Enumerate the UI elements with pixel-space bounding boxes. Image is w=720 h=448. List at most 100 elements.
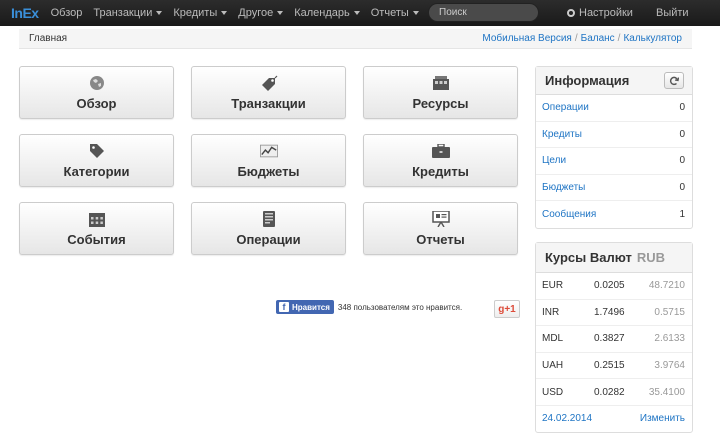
building-icon [432,75,450,91]
nav-item-transactions[interactable]: Транзакции [93,7,163,19]
currency-rate: 0.2515 [594,360,625,372]
tile-reports[interactable]: Отчеты [363,202,518,255]
facebook-like-widget: f Нравится 348 пользователям это нравитс… [276,300,462,314]
breadcrumb-separator: / [574,33,578,44]
rate-row-inr: INR 1.7496 0.5715 [536,300,692,327]
info-row-value: 1 [679,209,685,221]
info-row-label: Сообщения [542,209,597,221]
refresh-button[interactable] [664,72,684,89]
rate-row-mdl: MDL 0.3827 2.6133 [536,326,692,353]
nav-item-reports[interactable]: Отчеты [371,7,419,19]
breadcrumb-links: Мобильная Версия / Баланс / Калькулятор [482,33,682,44]
globe-icon [88,75,106,91]
facebook-like-button[interactable]: f Нравится [276,300,334,314]
brand-logo[interactable]: InEx [11,5,39,21]
tile-label: События [67,232,126,247]
tile-budgets[interactable]: Бюджеты [191,134,346,187]
currency-rate: 0.0282 [594,386,625,398]
breadcrumb: Главная Мобильная Версия / Баланс / Калькуля… [19,29,692,49]
nav-item-label: Отчеты [370,7,409,19]
change-rates-link[interactable]: Изменить [640,413,685,424]
currency-rate: 1.7496 [594,306,625,318]
calculator-link[interactable]: Калькулятор [623,33,682,44]
info-row-operations[interactable]: Операции 0 [536,95,692,122]
info-row-messages[interactable]: Сообщения 1 [536,201,692,228]
rate-row-uah: UAH 0.2515 3.9764 [536,353,692,380]
info-row-credits[interactable]: Кредиты 0 [536,122,692,149]
nav-item-label: Транзакции [93,7,153,19]
receipt-icon [260,211,278,227]
caret-down-icon [353,11,360,16]
currency-rates-footer: 24.02.2014 Изменить [536,406,692,432]
info-row-value: 0 [679,155,685,167]
tile-transactions[interactable]: Транзакции [191,66,346,119]
tile-label: Категории [63,164,130,179]
tag-icon [88,143,106,159]
tile-resources[interactable]: Ресурсы [363,66,518,119]
facebook-like-count: 348 пользователям это нравится. [337,302,463,312]
google-plus-button[interactable]: g+1 [494,300,520,318]
currency-inverse-rate: 35.4100 [648,386,685,398]
mobile-version-link[interactable]: Мобильная Версия [482,33,571,44]
info-row-value: 0 [679,128,685,140]
info-row-value: 0 [679,102,685,114]
settings-label: Настройки [579,7,633,19]
info-row-value: 0 [679,182,685,194]
currency-rates-header: Курсы Валют RUB [536,243,692,273]
tile-label: Бюджеты [237,164,300,179]
breadcrumb-current: Главная [29,33,68,44]
base-currency: RUB [636,250,666,265]
info-row-label: Бюджеты [542,182,586,194]
nav-item-other[interactable]: Другое [238,7,284,19]
logout-link[interactable]: Выйти [656,7,689,19]
calendar-icon [88,211,106,227]
currency-code: UAH [542,360,564,372]
currency-code: EUR [542,280,564,292]
currency-inverse-rate: 3.9764 [654,360,685,372]
currency-code: INR [542,306,560,318]
caret-down-icon [412,11,419,16]
briefcase-icon [431,143,450,159]
tile-label: Обзор [76,96,117,111]
breadcrumb-separator: / [617,33,621,44]
refresh-icon [669,76,679,85]
chart-icon [259,143,278,159]
nav-item-overview[interactable]: Обзор [51,7,83,19]
presentation-icon [431,211,450,227]
tile-operations[interactable]: Операции [191,202,346,255]
nav-item-label: Календарь [294,7,350,19]
nav-item-label: Обзор [50,7,83,19]
tile-label: Кредиты [412,164,469,179]
info-row-label: Кредиты [542,128,582,140]
info-panel-title: Информация [545,73,630,88]
tile-label: Операции [236,232,301,247]
tile-credits[interactable]: Кредиты [363,134,518,187]
facebook-icon: f [279,302,289,312]
currency-rates-panel: Курсы Валют RUB EUR 0.0205 48.7210 INR 1.74… [535,242,693,433]
tile-categories[interactable]: Категории [19,134,174,187]
balance-link[interactable]: Баланс [581,33,615,44]
settings-link[interactable]: Настройки [567,7,633,19]
tile-label: Транзакции [231,96,306,111]
search-input[interactable]: Поиск [428,3,539,22]
currency-rate: 0.3827 [594,333,625,345]
currency-inverse-rate: 2.6133 [654,333,685,345]
tile-label: Ресурсы [412,96,469,111]
tile-events[interactable]: События [19,202,174,255]
caret-down-icon [156,11,163,16]
rates-date-link[interactable]: 24.02.2014 [542,413,592,424]
info-panel: Информация Операции 0 Кредиты 0 Цели 0 Бюдж… [535,66,693,229]
currency-rate: 0.0205 [594,280,625,292]
info-row-budgets[interactable]: Бюджеты 0 [536,175,692,202]
currency-code: USD [542,386,564,398]
currency-inverse-rate: 48.7210 [648,280,685,292]
nav-item-calendar[interactable]: Календарь [294,7,360,19]
nav-item-label: Кредиты [173,7,218,19]
currency-code: MDL [542,333,564,345]
nav-item-credits[interactable]: Кредиты [173,7,228,19]
info-row-goals[interactable]: Цели 0 [536,148,692,175]
tile-overview[interactable]: Обзор [19,66,174,119]
currency-rates-title: Курсы Валют [545,250,632,265]
currency-inverse-rate: 0.5715 [654,306,685,318]
rate-row-usd: USD 0.0282 35.4100 [536,379,692,406]
